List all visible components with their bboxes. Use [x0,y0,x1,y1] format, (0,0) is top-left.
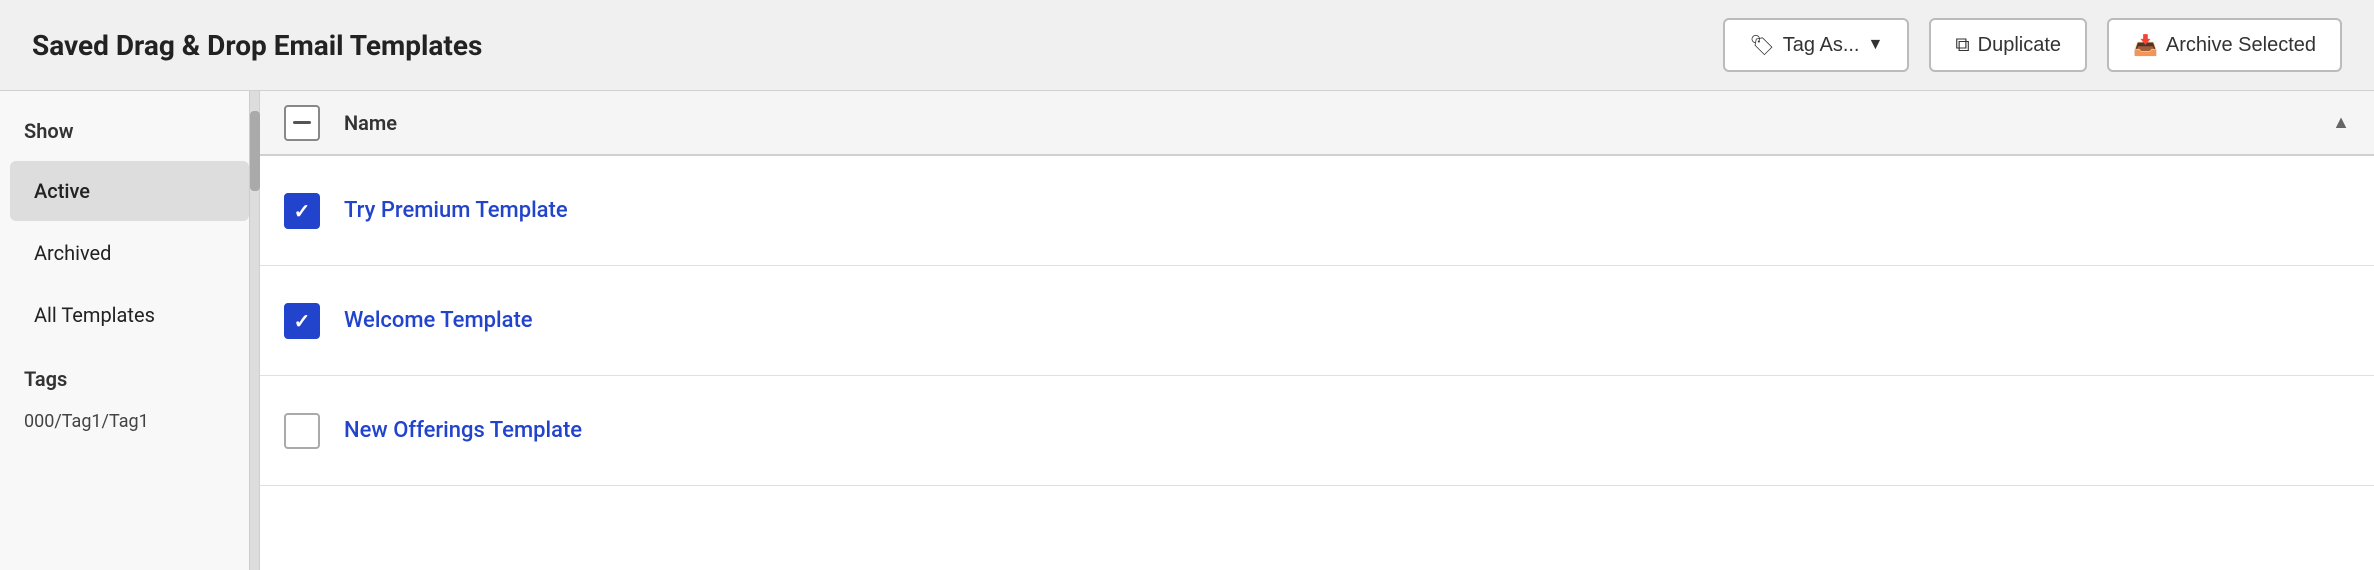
sidebar-item-archived[interactable]: Archived [10,223,249,283]
sidebar-item-active[interactable]: Active [10,161,249,221]
name-column-header: Name [344,111,2332,135]
template-link-3[interactable]: New Offerings Template [344,418,582,443]
show-section-label: Show [0,119,259,159]
sidebar-item-all-templates[interactable]: All Templates [10,285,249,345]
duplicate-icon: ⧉ [1955,34,1969,57]
sidebar-tag-item[interactable]: 000/Tag1/Tag1 [0,401,259,442]
table-header: Name ▲ [260,91,2374,156]
sidebar-scrollbar[interactable] [249,91,259,570]
page-header: Saved Drag & Drop Email Templates 🏷 Tag … [0,0,2374,90]
row-checkbox-1[interactable] [284,193,320,229]
tags-section-label: Tags [0,347,259,401]
duplicate-button[interactable]: ⧉ Duplicate [1929,18,2087,72]
main-layout: Show Active Archived All Templates Tags … [0,90,2374,570]
tag-as-button[interactable]: 🏷 Tag As... ▼ [1723,18,1909,72]
chevron-down-icon: ▼ [1868,36,1884,54]
minus-icon [293,121,311,124]
archived-item-label: Archived [34,241,111,265]
template-link-1[interactable]: Try Premium Template [344,198,568,223]
archive-button-label: Archive Selected [2166,34,2316,57]
active-item-label: Active [34,179,90,203]
select-all-checkbox[interactable] [284,105,320,141]
archive-selected-button[interactable]: 📥 Archive Selected [2107,18,2342,72]
sort-arrow-icon[interactable]: ▲ [2332,112,2350,133]
all-templates-item-label: All Templates [34,303,155,327]
table-row: New Offerings Template [260,376,2374,486]
archive-icon: 📥 [2133,33,2158,58]
table-row: Try Premium Template [260,156,2374,266]
tag-button-label: Tag As... [1783,34,1860,57]
template-link-2[interactable]: Welcome Template [344,308,533,333]
page-title: Saved Drag & Drop Email Templates [32,29,482,62]
content-area: Name ▲ Try Premium Template Welcome Temp… [260,91,2374,570]
row-checkbox-2[interactable] [284,303,320,339]
tag-icon: 🏷 [1749,33,1774,58]
table-row: Welcome Template [260,266,2374,376]
sidebar: Show Active Archived All Templates Tags … [0,91,260,570]
sidebar-scrollbar-thumb[interactable] [250,111,260,191]
row-checkbox-3[interactable] [284,413,320,449]
duplicate-button-label: Duplicate [1978,34,2061,57]
